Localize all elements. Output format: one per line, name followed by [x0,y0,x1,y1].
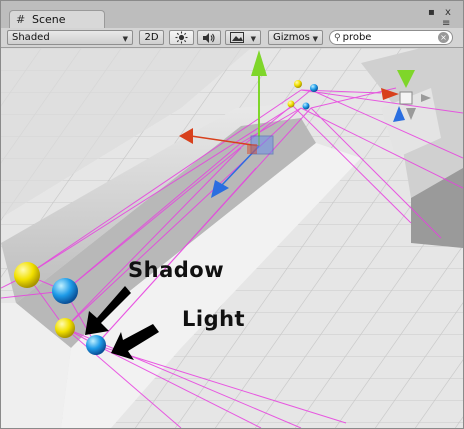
orientation-cube[interactable] [399,91,413,105]
shading-mode-dropdown[interactable]: Shaded ▼ [7,30,133,45]
chevron-down-icon: ▼ [250,35,256,43]
sun-icon [175,31,188,44]
probe-light-far-2[interactable] [302,102,310,110]
probe-shadow-far-2[interactable] [287,100,295,108]
lighting-toggle-button[interactable] [169,30,194,45]
gizmos-dropdown[interactable]: Gizmos ▼ [268,30,323,45]
probe-shadow-large[interactable] [14,262,40,288]
scene-window: # Scene ▪ x ≡ Shaded ▼ 2D ▼ Gizmos ▼ ⚲ p… [0,0,464,429]
chevron-down-icon: ▼ [312,35,318,43]
clear-icon[interactable]: × [438,32,449,43]
probe-shadow-far[interactable] [294,80,302,88]
probe-shadow-small[interactable] [55,318,75,338]
search-input[interactable]: ⚲ probe × [329,30,453,45]
scene-toolbar: Shaded ▼ 2D ▼ Gizmos ▼ ⚲ probe × [1,28,463,48]
shading-mode-label: Shaded [12,32,50,43]
close-icon[interactable]: x [445,8,451,18]
maximize-icon[interactable]: ▪ [428,8,435,18]
tab-scene-label: Scene [32,13,66,26]
audio-toggle-button[interactable] [197,30,221,45]
scene-grid-icon: # [16,12,26,26]
toggle-2d-label: 2D [144,32,159,43]
gizmos-label: Gizmos [273,32,310,43]
chevron-down-icon: ▼ [122,35,128,43]
magnifier-icon: ⚲ [334,32,341,43]
scene-viewport[interactable]: Shadow Light [1,48,463,428]
image-icon [230,32,244,43]
scene-render[interactable] [1,48,463,428]
probe-light-large[interactable] [52,278,78,304]
probe-light-far[interactable] [310,84,318,92]
effects-dropdown[interactable]: ▼ [225,30,261,45]
shadow-label: Shadow [128,258,225,282]
gizmo-xy-plane[interactable] [247,144,257,154]
tab-scene[interactable]: # Scene [9,10,105,28]
probe-light-small[interactable] [86,335,106,355]
speaker-icon [203,32,215,43]
tab-bar: # Scene ▪ x ≡ [1,1,463,29]
light-label: Light [182,307,246,331]
search-value: probe [342,32,372,43]
toggle-2d-button[interactable]: 2D [139,30,164,45]
